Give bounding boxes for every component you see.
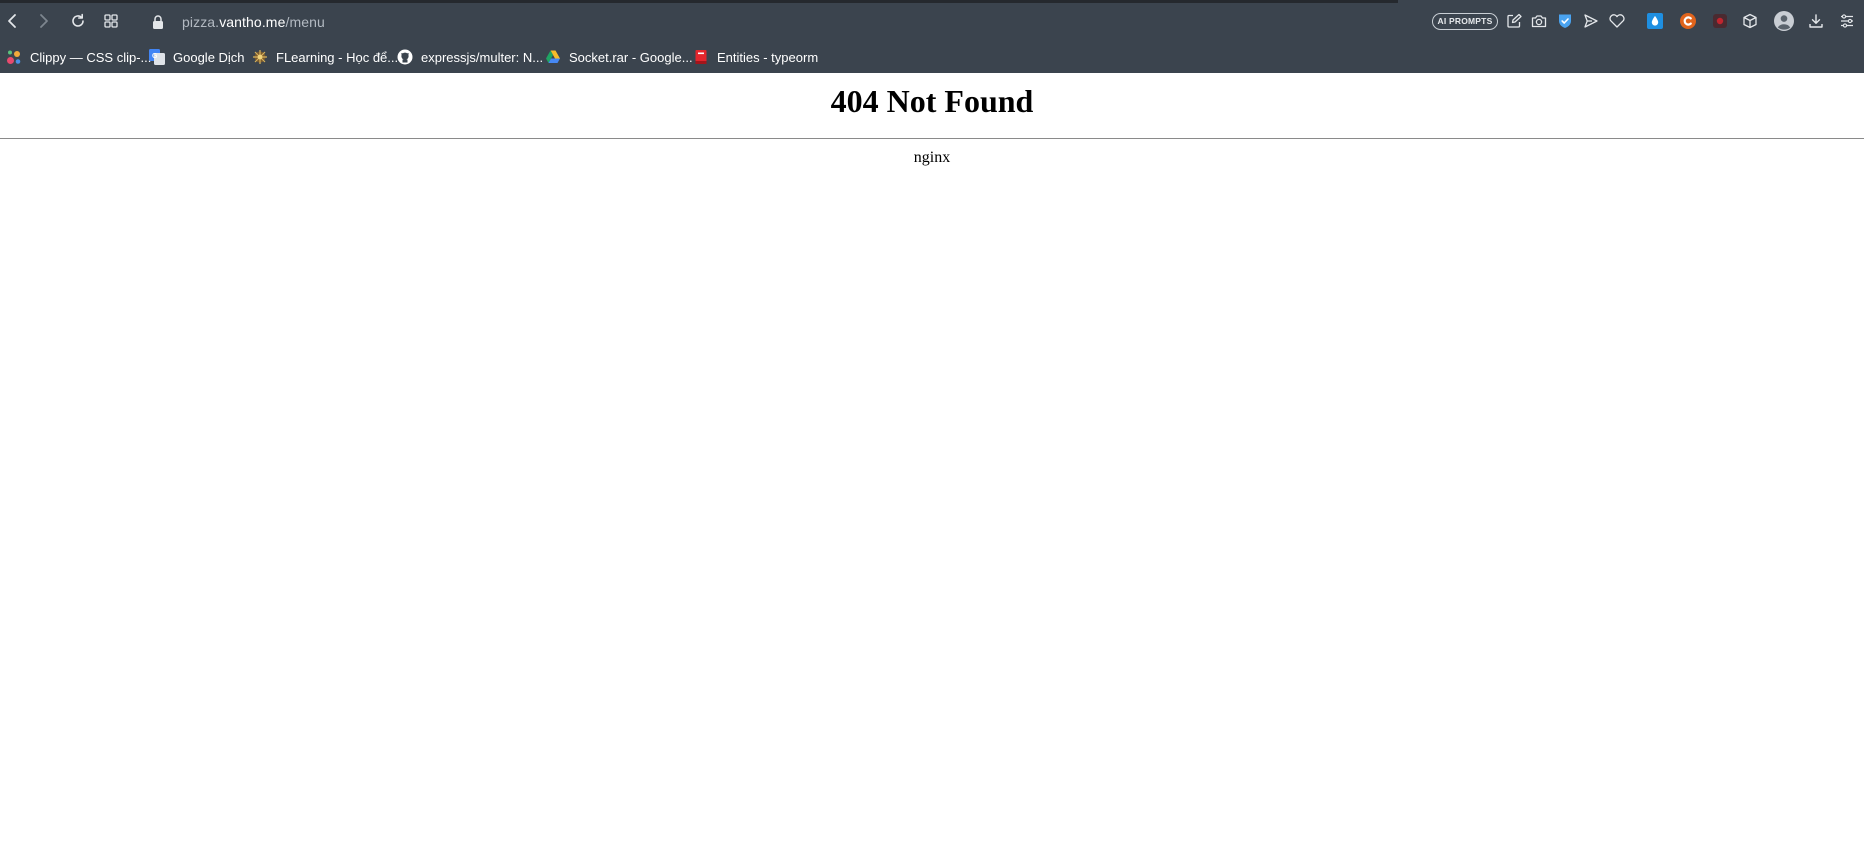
bitwarden-extension-button[interactable] <box>1556 12 1574 30</box>
server-signature: nginx <box>913 149 951 166</box>
back-button[interactable] <box>1 10 23 32</box>
address-bar[interactable]: pizza.vantho.me/menu <box>182 14 325 30</box>
flearning-favicon <box>252 49 268 65</box>
ai-prompts-button[interactable]: AI PROMPTS <box>1432 13 1498 30</box>
reload-icon <box>72 13 84 27</box>
clippy-favicon <box>6 49 22 65</box>
edit-icon <box>1507 13 1522 28</box>
browser-toolbar: pizza.vantho.me/menu AI PROMPTS <box>0 3 1864 41</box>
reload-button[interactable] <box>67 10 89 32</box>
bookmark-label: Socket.rar - Google... <box>569 49 693 65</box>
typeorm-favicon <box>693 49 709 65</box>
bookmark-label: Clippy — CSS clip-... <box>30 49 152 65</box>
record-extension-button[interactable] <box>1711 12 1729 30</box>
google-drive-favicon <box>545 49 561 65</box>
page-title: 404 Not Found <box>830 83 1034 119</box>
browser-chrome: pizza.vantho.me/menu AI PROMPTS Clippy —… <box>0 0 1864 73</box>
record-icon <box>1713 14 1727 28</box>
bookmark-typeorm[interactable]: Entities - typeorm <box>693 47 818 67</box>
bookmark-clippy[interactable]: Clippy — CSS clip-... <box>6 47 151 67</box>
water-drop-icon <box>1647 13 1663 29</box>
chevron-right-icon <box>40 14 48 28</box>
bookmark-label: expressjs/multer: N... <box>421 49 544 65</box>
google-translate-favicon: G <box>149 49 165 65</box>
chevron-left-icon <box>8 14 16 28</box>
downloads-button[interactable] <box>1807 12 1825 30</box>
download-icon <box>1809 14 1823 28</box>
bookmark-label: FLearning - Học để... <box>276 49 399 65</box>
bookmark-label: Google Dịch <box>173 49 245 65</box>
bookmark-github-multer[interactable]: expressjs/multer: N... <box>397 47 543 67</box>
extensions-button[interactable] <box>1741 12 1759 30</box>
page-content: 404 Not Found nginx <box>0 73 1864 862</box>
lock-icon <box>153 15 163 29</box>
bookmark-google-translate[interactable]: G Google Dịch <box>149 47 245 67</box>
favorite-button[interactable] <box>1608 12 1626 30</box>
avatar-icon <box>1774 11 1794 31</box>
github-favicon <box>397 49 413 65</box>
c-extension-button[interactable] <box>1679 12 1697 30</box>
grid-icon <box>104 14 118 28</box>
site-info-button[interactable] <box>150 13 166 31</box>
url-subdomain: pizza. <box>182 14 220 30</box>
menu-icon <box>1841 14 1853 28</box>
send-button[interactable] <box>1582 12 1600 30</box>
cube-icon <box>1743 13 1757 29</box>
heart-icon <box>1609 14 1625 28</box>
bookmark-label: Entities - typeorm <box>717 49 819 65</box>
forward-button[interactable] <box>33 10 55 32</box>
raindrop-extension-button[interactable] <box>1646 12 1664 30</box>
bookmark-flearning[interactable]: FLearning - Học để... <box>252 47 398 67</box>
camera-icon <box>1531 15 1547 28</box>
bookmarks-bar: Clippy — CSS clip-... G Google Dịch FLea… <box>0 43 1864 73</box>
bookmark-google-drive[interactable]: Socket.rar - Google... <box>545 47 693 67</box>
url-host: vantho.me <box>219 14 286 30</box>
url-path: /menu <box>285 14 325 30</box>
profile-button[interactable] <box>1774 11 1794 31</box>
menu-button[interactable] <box>1838 12 1856 30</box>
screenshot-button[interactable] <box>1530 12 1548 30</box>
divider <box>0 138 1864 139</box>
shield-icon <box>1559 14 1571 28</box>
c-logo-icon <box>1680 13 1696 29</box>
svg-text:G: G <box>152 53 158 60</box>
send-icon <box>1584 14 1598 28</box>
tab-grid-button[interactable] <box>100 10 122 32</box>
edit-extension-button[interactable] <box>1505 12 1523 30</box>
